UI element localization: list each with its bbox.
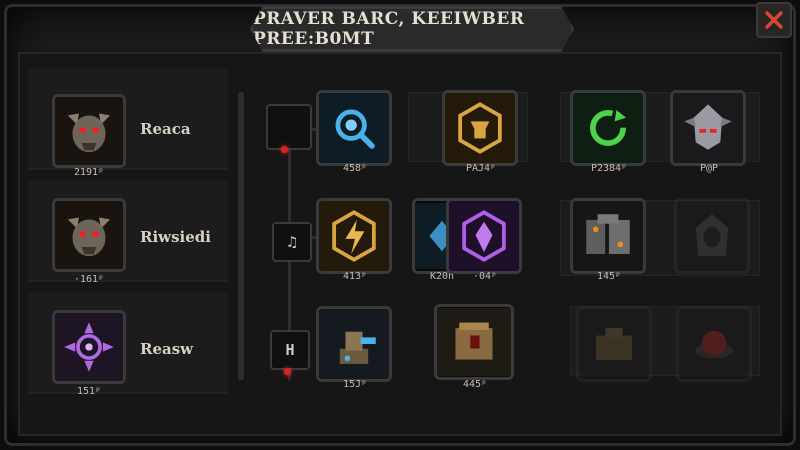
green-cycle-rune-icon[interactable] <box>570 90 646 166</box>
class-name: Reaca <box>140 120 191 138</box>
skill-cost: 145ᵖ <box>596 271 622 282</box>
class-name: Reasw <box>140 340 194 358</box>
note-icon: ♫ <box>287 233 297 251</box>
red-indicator-dot <box>281 146 288 153</box>
window-title: PRAVER BARC, KEEIWBER PREE:B0MT <box>253 9 525 49</box>
tree-node-h[interactable]: H <box>270 330 310 370</box>
gold-lightning-rune-icon[interactable] <box>316 198 392 274</box>
demon-skull-icon <box>52 198 126 272</box>
tree-node-music[interactable]: ♫ <box>272 222 312 262</box>
blue-search-rune-icon[interactable] <box>316 90 392 166</box>
hooded-figure-icon[interactable] <box>674 198 750 274</box>
class-row-3[interactable]: Reasw 151ᵖ <box>28 292 228 397</box>
h-icon: H <box>285 341 295 359</box>
scroll-divider[interactable] <box>238 92 244 380</box>
class-name: Riwsiedi <box>140 228 211 246</box>
tree-node-empty[interactable] <box>266 104 312 150</box>
stone-armor-icon[interactable] <box>570 198 646 274</box>
class-row-1[interactable]: Reaca 2191ᵖ <box>28 68 228 178</box>
bronze-cube-icon[interactable] <box>434 304 514 380</box>
skill-cost: 458ᵖ <box>342 163 368 174</box>
skill-cost: 445ᵖ <box>462 379 488 390</box>
steel-helmet-icon[interactable] <box>670 90 746 166</box>
compass-rune-icon <box>52 310 126 384</box>
skill-cost: P2384ᵖ <box>590 163 628 174</box>
skill-cost: PAJ4ᵖ <box>465 163 497 174</box>
demon-skull-icon <box>52 94 126 168</box>
red-mine-icon[interactable] <box>676 306 752 382</box>
title-plate: PRAVER BARC, KEEIWBER PREE:B0MT <box>250 6 574 52</box>
class-list: Reaca 2191ᵖ Riwsiedi ·161ᵖ Reasw 151ᵖ <box>28 68 234 408</box>
close-button[interactable] <box>756 2 792 38</box>
skill-cost: P@P <box>699 163 719 174</box>
skill-cost: ·04ᵖ <box>472 271 498 282</box>
skill-cost: 413ᵖ <box>342 271 368 282</box>
class-cost: 2191ᵖ <box>73 167 105 178</box>
wooden-crate-icon[interactable] <box>576 306 652 382</box>
skill-cost: 15Jᵖ <box>342 379 368 390</box>
class-row-2[interactable]: Riwsiedi ·161ᵖ <box>28 180 228 285</box>
close-icon <box>765 11 783 29</box>
cannon-turret-icon[interactable] <box>316 306 392 382</box>
class-cost: 151ᵖ <box>76 386 102 397</box>
gold-anvil-rune-icon[interactable] <box>442 90 518 166</box>
purple-crystal-rune-icon[interactable] <box>446 198 522 274</box>
class-cost: ·161ᵖ <box>73 274 105 285</box>
red-indicator-dot <box>284 368 291 375</box>
